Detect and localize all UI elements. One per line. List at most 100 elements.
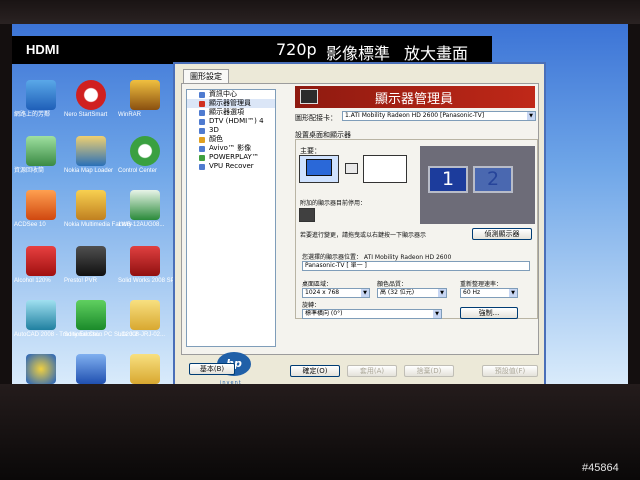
desktop-icon-nokia-map[interactable]: Nokia Map Loader [64, 136, 118, 174]
info-icon [199, 92, 205, 98]
nero-icon [76, 80, 106, 110]
control-center-icon [130, 136, 160, 166]
color-quality-select[interactable]: 高 (32 位元) ▼ [377, 288, 447, 298]
tree-item-dtv-hdmi[interactable]: DTV (HDMI™) 4 [187, 117, 275, 126]
adapter-label: 圖形配接卡： [295, 114, 337, 122]
tree-item-vpu-recover[interactable]: VPU Recover [187, 162, 275, 171]
tree-item-info-center[interactable]: 資訊中心 [187, 90, 275, 99]
desktop-icon-winrar[interactable]: WinRAR [118, 80, 172, 118]
tv-icon [199, 119, 205, 125]
monitor-bezel-right [628, 24, 640, 384]
chevron-down-icon: ▼ [509, 289, 517, 297]
secondary-monitor-slot[interactable] [363, 155, 407, 183]
tree-item-display-options[interactable]: 顯示器選項 [187, 108, 275, 117]
presto-icon [76, 246, 106, 276]
monitor-icon [199, 110, 205, 116]
ok-button[interactable]: 確定(O) [290, 365, 340, 377]
selected-display-label: 您選擇的顯示器位置： ATI Mobility Radeon HD 2600 [302, 254, 452, 261]
desktop-icon-network[interactable]: 網路上的芳鄰 [14, 80, 68, 118]
color-quality-label: 顏色品質： [377, 281, 408, 288]
tree-item-3d[interactable]: 3D [187, 126, 275, 135]
network-icon [26, 80, 56, 110]
monitor-icon [306, 159, 332, 176]
video-icon [199, 146, 205, 152]
detect-displays-button[interactable]: 偵測顯示器 [472, 228, 532, 240]
basic-button[interactable]: 基本(B) [189, 363, 235, 375]
desktop-icon-recycle-bin[interactable]: 資源回收筒 [14, 136, 68, 174]
force-button[interactable]: 強制... [460, 307, 518, 319]
desktop-icon-autocad[interactable]: AutoCAD 2008 - Traditional Chi... [14, 300, 103, 338]
layout-monitor-1[interactable]: 1 [428, 166, 468, 193]
chevron-down-icon: ▼ [527, 112, 535, 120]
recover-icon [199, 164, 205, 170]
refresh-rate-select[interactable]: 60 Hz ▼ [460, 288, 518, 298]
folder-icon [130, 354, 160, 384]
monitor-layout-area: 1 2 [420, 146, 535, 224]
layout-monitor-2[interactable]: 2 [473, 166, 513, 193]
acdsee-icon [26, 190, 56, 220]
tree-item-display-manager[interactable]: 顯示器管理員 [187, 99, 275, 108]
desktop-icon-nero[interactable]: Nero StartSmart [64, 80, 118, 118]
desktop-icon-extra-2[interactable] [64, 354, 118, 384]
alcohol-icon [26, 246, 56, 276]
defaults-button[interactable]: 預設值(F) [482, 365, 538, 377]
osd-zoom-mode: 放大畫面 [404, 44, 469, 63]
winrar-icon [130, 80, 160, 110]
sony-ericsson-icon [76, 300, 106, 330]
tab-panel: 資訊中心 顯示器管理員 顯示器選項 DTV (HDMI™) 4 3D 顏色 Av… [181, 83, 539, 384]
desktop-icon-extra[interactable] [14, 354, 68, 384]
chevron-down-icon: ▼ [438, 289, 446, 297]
desktop-icon-alcohol[interactable]: Alcohol 120% [14, 246, 68, 284]
chevron-down-icon: ▼ [433, 310, 441, 318]
attached-disabled-label: 附加的顯示器目前停用： [300, 200, 367, 207]
desktop-icon-folder[interactable]: LC2008-JRJ-02... [118, 300, 172, 338]
color-icon [199, 137, 205, 143]
desktop-icon-nokia-multimedia[interactable]: Nokia Multimedia Factory [64, 190, 132, 228]
monitor-bezel-top [0, 0, 640, 24]
osd-resolution: 720p [276, 40, 317, 59]
tree-item-powerplay[interactable]: POWERPLAY™ [187, 153, 275, 162]
image-watermark: #45864 [582, 462, 619, 474]
power-icon [199, 155, 205, 161]
rotation-select[interactable]: 標準橫向 (0°) ▼ [302, 309, 442, 319]
desktop-area-label: 桌面區域： [302, 281, 333, 288]
desktop-icon-extra-3[interactable] [118, 354, 172, 384]
desktop-icon-excel[interactable]: 1WB-12AUG08... [118, 190, 172, 228]
rotation-label: 旋轉： [302, 302, 321, 309]
drag-hint: 若要進行變更，請拖曳或以右鍵按一下顯示器示 [300, 232, 427, 239]
application-icon [76, 354, 106, 384]
primary-monitor[interactable] [299, 155, 339, 183]
nokia-map-icon [76, 136, 106, 166]
graphics-settings-dialog: 圖形設定 資訊中心 顯示器管理員 顯示器選項 DTV (HDMI™) 4 3D … [173, 62, 546, 384]
tree-item-color[interactable]: 顏色 [187, 135, 275, 144]
cube-icon [199, 128, 205, 134]
selected-display-field: Panasonic-TV [ 單一 ] [302, 261, 530, 271]
desktop-icon-control-center[interactable]: Control Center [118, 136, 172, 174]
nokia-multimedia-icon [76, 190, 106, 220]
disabled-monitor-icon [299, 208, 315, 222]
display-manager-banner: 顯示器管理員 [295, 86, 535, 108]
banner-title: 顯示器管理員 [375, 92, 454, 107]
osd-input: HDMI [26, 42, 60, 57]
folder-icon [130, 300, 160, 330]
discard-button[interactable]: 捨棄(D) [404, 365, 454, 377]
tree-item-avivo-video[interactable]: Avivo™ 影像 [187, 144, 275, 153]
chevron-down-icon: ▼ [361, 289, 369, 297]
desktop-icon-acdsee[interactable]: ACDSee 10 [14, 190, 68, 228]
display-manager-icon [300, 89, 318, 104]
desktop-icon-presto[interactable]: Presto! PVR [64, 246, 118, 284]
autocad-icon [26, 300, 56, 330]
tab-graphics-settings[interactable]: 圖形設定 [183, 69, 229, 83]
apply-button[interactable]: 套用(A) [347, 365, 397, 377]
settings-tree[interactable]: 資訊中心 顯示器管理員 顯示器選項 DTV (HDMI™) 4 3D 顏色 Av… [186, 89, 276, 347]
desktop-icon-solidworks[interactable]: Solid Works 2008 SP0.0 [118, 246, 183, 284]
tv-osd-bar: HDMI 720p 影像標準 放大畫面 [12, 36, 492, 64]
link-box [345, 163, 358, 174]
osd-picture-mode: 影像標準 [326, 44, 391, 63]
desktop-icon-sony-ericsson[interactable]: Sony Ericsson PC Suite 3.2 [64, 300, 138, 338]
excel-icon [130, 190, 160, 220]
adapter-select[interactable]: 1.ATI Mobility Radeon HD 2600 [Panasonic… [342, 111, 536, 121]
monitor-bezel-bottom [0, 384, 640, 480]
desktop-area-select[interactable]: 1024 x 768 ▼ [302, 288, 370, 298]
recycle-bin-icon [26, 136, 56, 166]
